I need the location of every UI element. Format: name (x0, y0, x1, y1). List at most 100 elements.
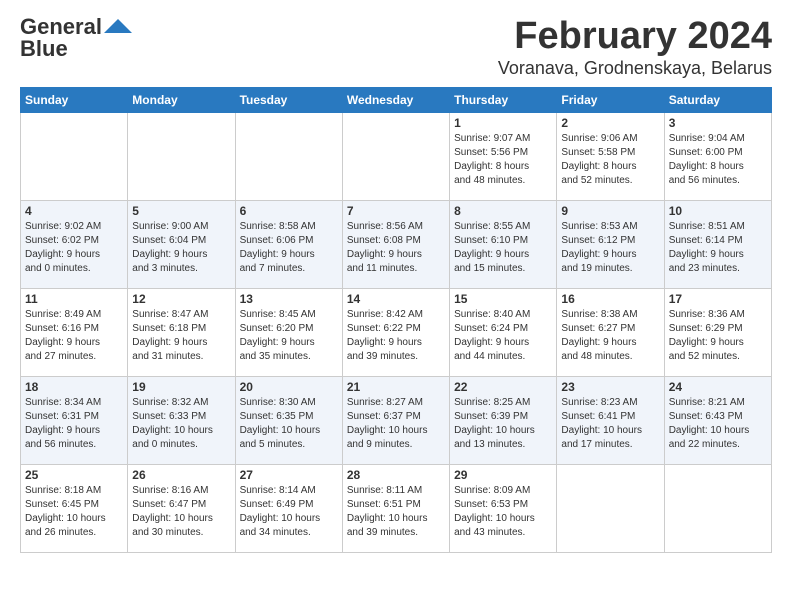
day-number: 29 (454, 468, 552, 482)
calendar-cell (128, 112, 235, 200)
calendar-week-row: 1 Sunrise: 9:07 AM Sunset: 5:56 PM Daylig… (21, 112, 772, 200)
day-info: Sunrise: 8:56 AM Sunset: 6:08 PM Dayligh… (347, 220, 445, 276)
day-info: Sunrise: 8:25 AM Sunset: 6:39 PM Dayligh… (454, 396, 552, 452)
calendar-cell (21, 112, 128, 200)
day-number: 15 (454, 292, 552, 306)
calendar-cell: 29 Sunrise: 8:09 AM Sunset: 6:53 PM Dayli… (450, 464, 557, 552)
logo-icon (104, 19, 132, 33)
calendar-cell: 15 Sunrise: 8:40 AM Sunset: 6:24 PM Dayli… (450, 288, 557, 376)
day-number: 6 (240, 204, 338, 218)
day-number: 4 (25, 204, 123, 218)
day-info: Sunrise: 8:51 AM Sunset: 6:14 PM Dayligh… (669, 220, 767, 276)
day-info: Sunrise: 9:04 AM Sunset: 6:00 PM Dayligh… (669, 132, 767, 188)
calendar-cell: 5 Sunrise: 9:00 AM Sunset: 6:04 PM Daylig… (128, 200, 235, 288)
day-number: 2 (561, 116, 659, 130)
calendar-cell: 8Sunrise: 8:55 AM Sunset: 6:10 PM Daylig… (450, 200, 557, 288)
day-info: Sunrise: 9:00 AM Sunset: 6:04 PM Dayligh… (132, 220, 230, 276)
calendar-cell: 4 Sunrise: 9:02 AM Sunset: 6:02 PM Daylig… (21, 200, 128, 288)
day-header-monday: Monday (128, 87, 235, 112)
day-number: 3 (669, 116, 767, 130)
day-info: Sunrise: 8:18 AM Sunset: 6:45 PM Dayligh… (25, 484, 123, 540)
day-header-thursday: Thursday (450, 87, 557, 112)
calendar-cell: 23Sunrise: 8:23 AM Sunset: 6:41 PM Dayli… (557, 376, 664, 464)
calendar-cell: 9 Sunrise: 8:53 AM Sunset: 6:12 PM Daylig… (557, 200, 664, 288)
day-number: 23 (561, 380, 659, 394)
calendar-cell: 12 Sunrise: 8:47 AM Sunset: 6:18 PM Dayli… (128, 288, 235, 376)
day-number: 20 (240, 380, 338, 394)
day-info: Sunrise: 8:53 AM Sunset: 6:12 PM Dayligh… (561, 220, 659, 276)
day-info: Sunrise: 8:14 AM Sunset: 6:49 PM Dayligh… (240, 484, 338, 540)
day-info: Sunrise: 9:07 AM Sunset: 5:56 PM Dayligh… (454, 132, 552, 188)
day-number: 1 (454, 116, 552, 130)
calendar-cell (235, 112, 342, 200)
calendar-cell: 25 Sunrise: 8:18 AM Sunset: 6:45 PM Dayli… (21, 464, 128, 552)
calendar-cell: 3 Sunrise: 9:04 AM Sunset: 6:00 PM Daylig… (664, 112, 771, 200)
calendar-cell: 19 Sunrise: 8:32 AM Sunset: 6:33 PM Dayli… (128, 376, 235, 464)
day-info: Sunrise: 8:09 AM Sunset: 6:53 PM Dayligh… (454, 484, 552, 540)
day-number: 9 (561, 204, 659, 218)
day-number: 21 (347, 380, 445, 394)
day-info: Sunrise: 8:40 AM Sunset: 6:24 PM Dayligh… (454, 308, 552, 364)
calendar-cell: 18Sunrise: 8:34 AM Sunset: 6:31 PM Dayli… (21, 376, 128, 464)
day-info: Sunrise: 8:47 AM Sunset: 6:18 PM Dayligh… (132, 308, 230, 364)
calendar-cell: 11 Sunrise: 8:49 AM Sunset: 6:16 PM Dayli… (21, 288, 128, 376)
day-number: 5 (132, 204, 230, 218)
day-number: 14 (347, 292, 445, 306)
day-number: 13 (240, 292, 338, 306)
calendar-cell: 16 Sunrise: 8:38 AM Sunset: 6:27 PM Dayli… (557, 288, 664, 376)
calendar-body: 1 Sunrise: 9:07 AM Sunset: 5:56 PM Daylig… (21, 112, 772, 552)
day-info: Sunrise: 8:32 AM Sunset: 6:33 PM Dayligh… (132, 396, 230, 452)
day-info: Sunrise: 9:02 AM Sunset: 6:02 PM Dayligh… (25, 220, 123, 276)
title-area: February 2024 Voranava, Grodnenskaya, Be… (498, 16, 772, 79)
page-header: General Blue February 2024 Voranava, Gro… (20, 16, 772, 79)
calendar-cell: 26 Sunrise: 8:16 AM Sunset: 6:47 PM Dayli… (128, 464, 235, 552)
day-info: Sunrise: 8:58 AM Sunset: 6:06 PM Dayligh… (240, 220, 338, 276)
day-number: 11 (25, 292, 123, 306)
day-header-sunday: Sunday (21, 87, 128, 112)
calendar-cell: 22 Sunrise: 8:25 AM Sunset: 6:39 PM Dayli… (450, 376, 557, 464)
day-info: Sunrise: 8:11 AM Sunset: 6:51 PM Dayligh… (347, 484, 445, 540)
calendar-cell: 14 Sunrise: 8:42 AM Sunset: 6:22 PM Dayli… (342, 288, 449, 376)
day-info: Sunrise: 8:27 AM Sunset: 6:37 PM Dayligh… (347, 396, 445, 452)
logo-text: General (20, 16, 102, 38)
logo: General Blue (20, 16, 132, 60)
day-number: 26 (132, 468, 230, 482)
day-header-friday: Friday (557, 87, 664, 112)
calendar-week-row: 25 Sunrise: 8:18 AM Sunset: 6:45 PM Dayli… (21, 464, 772, 552)
day-number: 25 (25, 468, 123, 482)
calendar-cell: 21 Sunrise: 8:27 AM Sunset: 6:37 PM Dayli… (342, 376, 449, 464)
day-header-wednesday: Wednesday (342, 87, 449, 112)
day-info: Sunrise: 8:45 AM Sunset: 6:20 PM Dayligh… (240, 308, 338, 364)
logo-blue: Blue (20, 38, 68, 60)
day-info: Sunrise: 9:06 AM Sunset: 5:58 PM Dayligh… (561, 132, 659, 188)
day-info: Sunrise: 8:49 AM Sunset: 6:16 PM Dayligh… (25, 308, 123, 364)
day-number: 12 (132, 292, 230, 306)
calendar-cell: 17Sunrise: 8:36 AM Sunset: 6:29 PM Dayli… (664, 288, 771, 376)
day-number: 28 (347, 468, 445, 482)
day-number: 8 (454, 204, 552, 218)
calendar-table: SundayMondayTuesdayWednesdayThursdayFrid… (20, 87, 772, 553)
calendar-cell (557, 464, 664, 552)
location-title: Voranava, Grodnenskaya, Belarus (498, 58, 772, 79)
calendar-cell (664, 464, 771, 552)
day-info: Sunrise: 8:30 AM Sunset: 6:35 PM Dayligh… (240, 396, 338, 452)
day-number: 10 (669, 204, 767, 218)
day-number: 16 (561, 292, 659, 306)
day-number: 27 (240, 468, 338, 482)
day-info: Sunrise: 8:38 AM Sunset: 6:27 PM Dayligh… (561, 308, 659, 364)
calendar-cell: 7 Sunrise: 8:56 AM Sunset: 6:08 PM Daylig… (342, 200, 449, 288)
month-title: February 2024 (498, 16, 772, 58)
day-number: 17 (669, 292, 767, 306)
day-number: 19 (132, 380, 230, 394)
day-info: Sunrise: 8:42 AM Sunset: 6:22 PM Dayligh… (347, 308, 445, 364)
day-header-tuesday: Tuesday (235, 87, 342, 112)
calendar-cell: 28 Sunrise: 8:11 AM Sunset: 6:51 PM Dayli… (342, 464, 449, 552)
calendar-cell: 27 Sunrise: 8:14 AM Sunset: 6:49 PM Dayli… (235, 464, 342, 552)
calendar-cell: 2 Sunrise: 9:06 AM Sunset: 5:58 PM Daylig… (557, 112, 664, 200)
day-info: Sunrise: 8:16 AM Sunset: 6:47 PM Dayligh… (132, 484, 230, 540)
calendar-cell (342, 112, 449, 200)
calendar-header-row: SundayMondayTuesdayWednesdayThursdayFrid… (21, 87, 772, 112)
day-number: 7 (347, 204, 445, 218)
day-number: 22 (454, 380, 552, 394)
calendar-cell: 20 Sunrise: 8:30 AM Sunset: 6:35 PM Dayli… (235, 376, 342, 464)
